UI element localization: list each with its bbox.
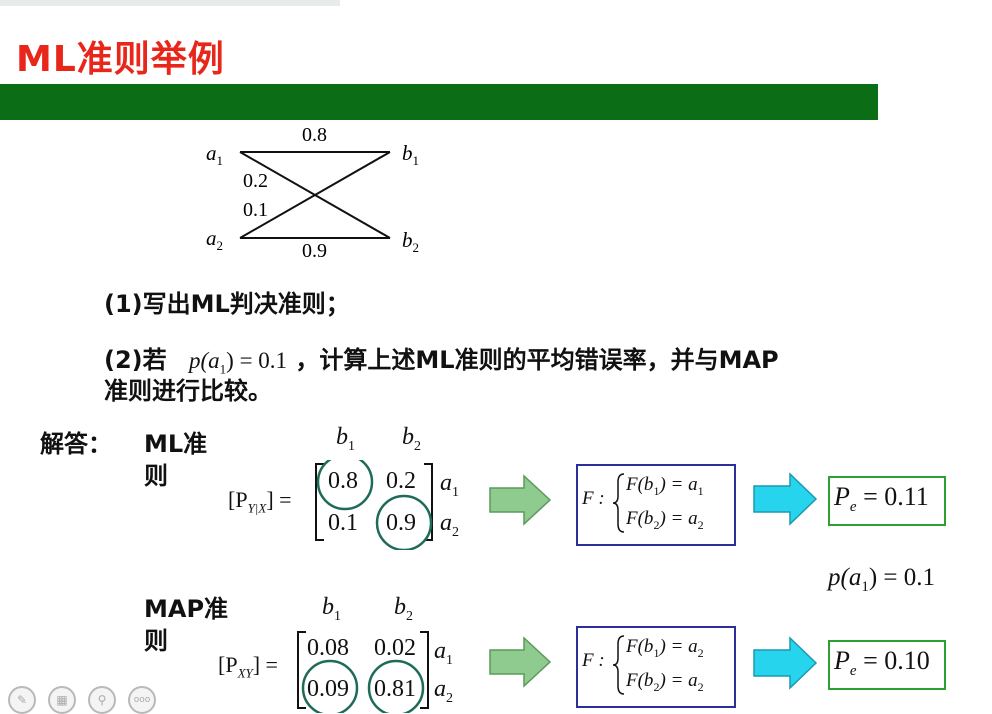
ml-circles — [316, 460, 433, 550]
map-row-a1: a1 — [434, 638, 453, 668]
map-circle-m22 — [367, 659, 425, 713]
node-b2: b2 — [402, 228, 419, 256]
pen-icon[interactable]: ✎ — [8, 686, 36, 714]
map-label-line-2: 则 — [144, 627, 168, 655]
ml-rule-1: F(b1) = a1 — [626, 474, 704, 498]
map-arrow-1 — [489, 636, 552, 688]
map-rule-1: F(b1) = a2 — [626, 636, 704, 660]
map-matrix-name: [PXY] = — [218, 652, 278, 681]
ml-col-b2: b2 — [402, 424, 421, 454]
question-2-line-2: 准则进行比较。 — [104, 377, 272, 405]
map-col-b2: b2 — [394, 594, 413, 624]
more-icon[interactable]: ooo — [128, 686, 156, 714]
map-row-a2: a2 — [434, 676, 453, 706]
node-a2: a2 — [206, 226, 223, 254]
map-circle-m21 — [301, 659, 359, 713]
title-underline-bar — [0, 84, 878, 120]
ml-rule-brace — [612, 473, 625, 533]
top-edge-strip — [0, 0, 340, 6]
ml-matrix-name: [PY|X] = — [228, 487, 292, 516]
map-arrow-2 — [753, 636, 818, 690]
ml-circle-m11 — [316, 460, 374, 511]
ml-arrow-2 — [753, 472, 818, 526]
weight-a1-b2: 0.2 — [243, 170, 268, 192]
ml-row-a1: a1 — [440, 470, 459, 500]
ml-arrow-1 — [489, 474, 552, 526]
ml-rule-F: F : — [582, 488, 605, 509]
map-rule-F: F : — [582, 650, 605, 671]
prior-formula: p(a1) = 0.1 — [189, 348, 288, 377]
weight-a2-b2: 0.9 — [302, 240, 327, 262]
ml-circle-m22 — [375, 494, 433, 550]
ml-label-line-2: 则 — [144, 462, 168, 490]
map-rule-brace — [612, 635, 625, 695]
slides-icon[interactable]: ▦ — [48, 686, 76, 714]
node-b1: b1 — [402, 141, 419, 169]
map-circles — [301, 659, 425, 713]
ml-rule-2: F(b2) = a2 — [626, 508, 704, 532]
map-label-line-1: MAP准 — [144, 595, 229, 623]
weight-a2-b1: 0.1 — [243, 199, 268, 221]
ml-error-rate: Pe = 0.11 — [834, 482, 929, 516]
ml-col-b1: b1 — [336, 424, 355, 454]
map-error-rate: Pe = 0.10 — [834, 646, 930, 680]
zoom-icon[interactable]: ⚲ — [88, 686, 116, 714]
prior-probability: p(a1) = 0.1 — [828, 564, 936, 595]
ml-row-a2: a2 — [440, 510, 459, 540]
map-col-b1: b1 — [322, 594, 341, 624]
node-a1: a1 — [206, 141, 223, 169]
answer-label: 解答： — [40, 430, 112, 458]
map-rule-2: F(b2) = a2 — [626, 670, 704, 694]
weight-a1-b1: 0.8 — [302, 124, 327, 146]
ml-label-line-1: ML准 — [144, 430, 208, 458]
question-1: (1)写出ML判决准则； — [104, 290, 350, 318]
page-title: ML准则举例 — [16, 39, 225, 80]
